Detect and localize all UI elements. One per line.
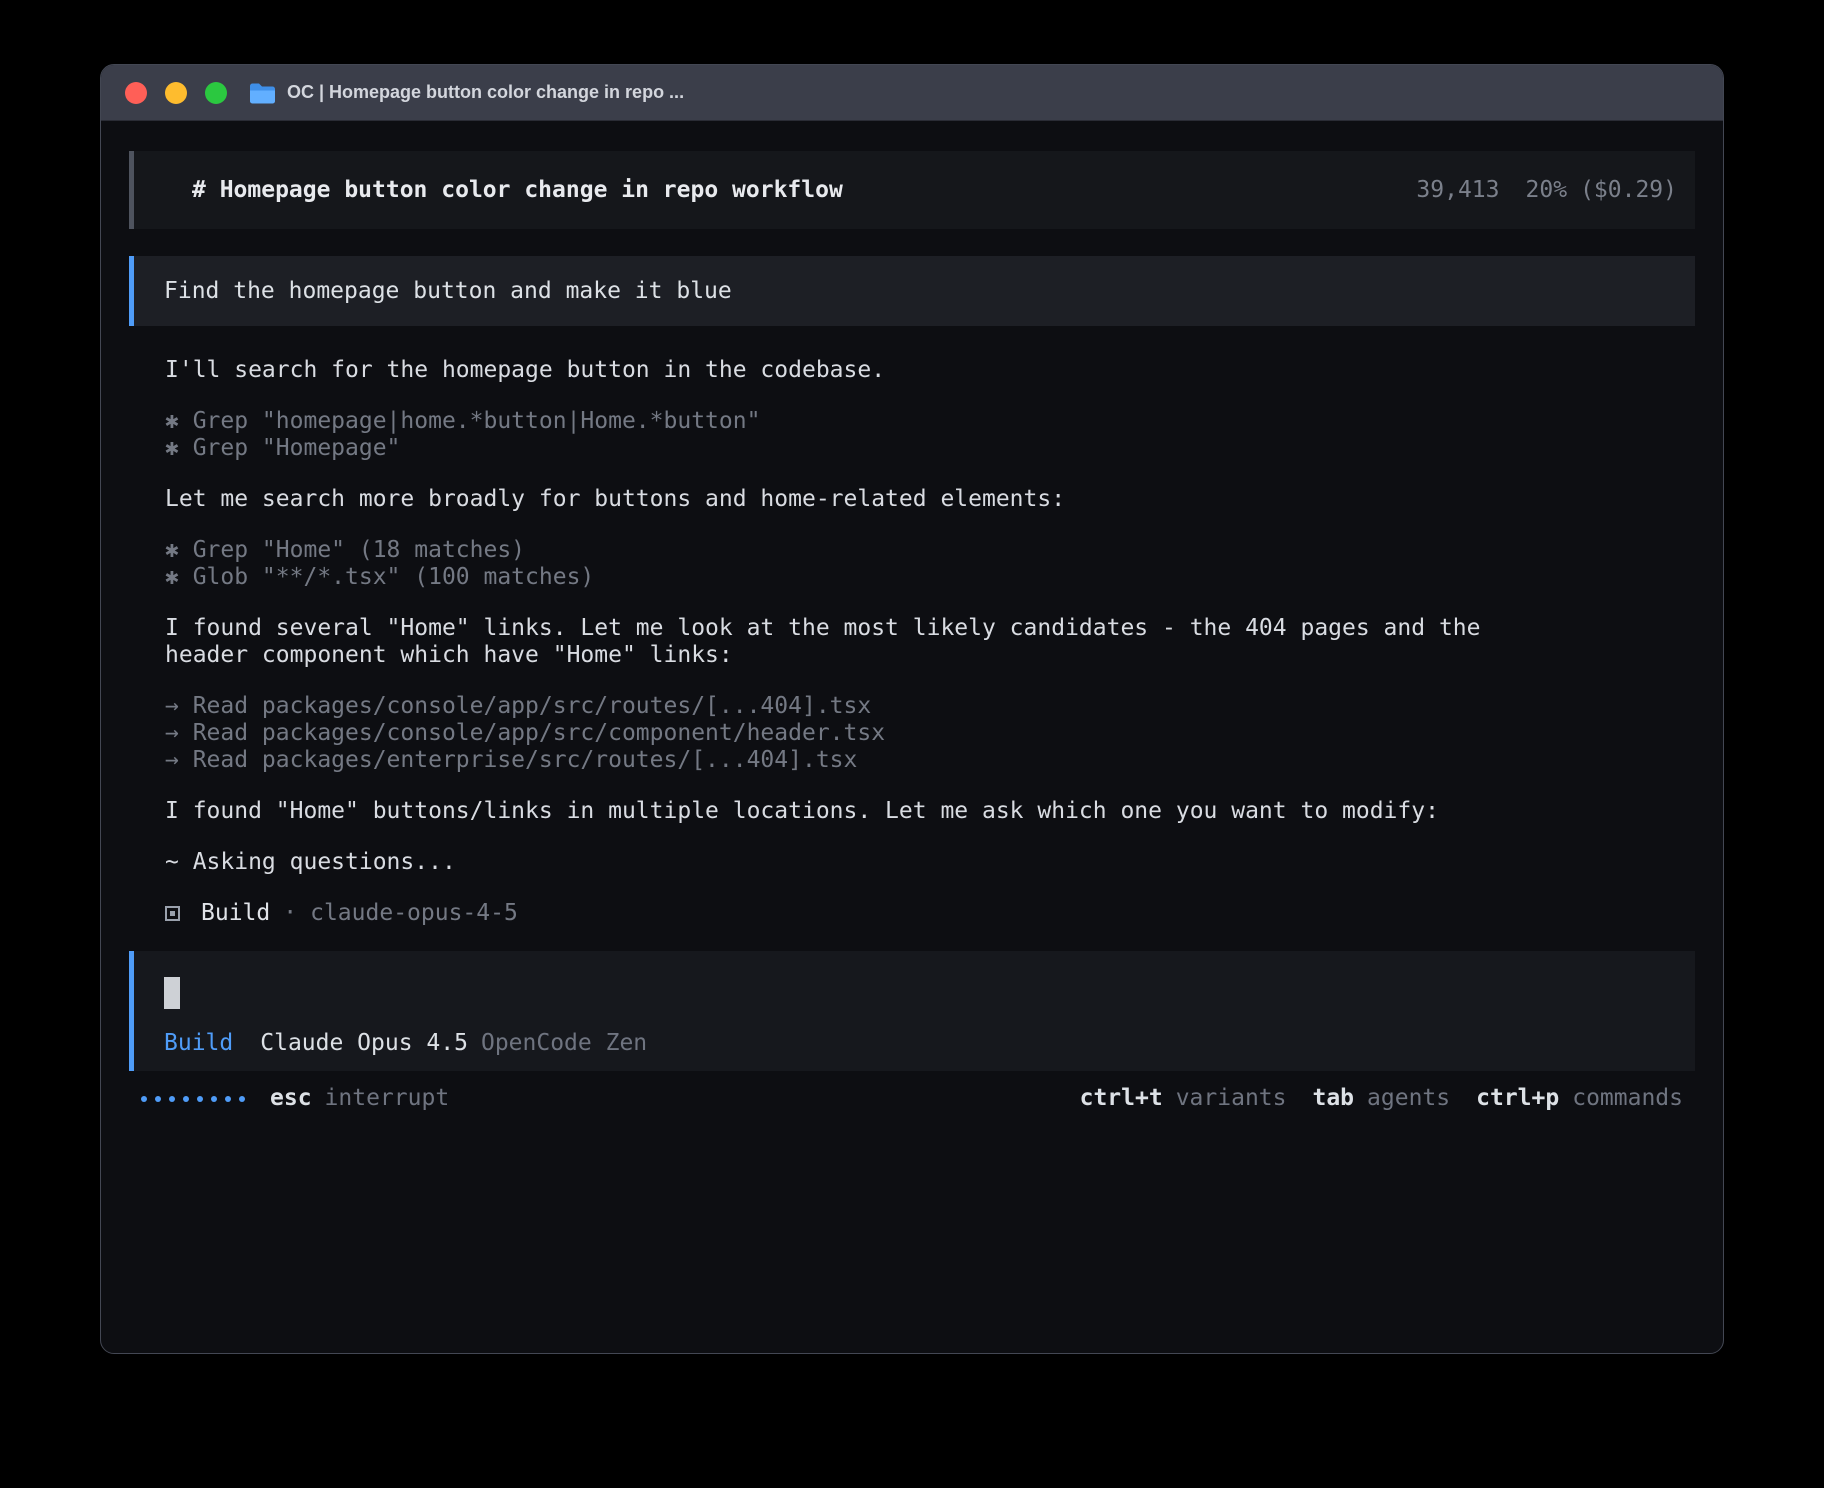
assistant-text: I found several "Home" links. Let me loo…: [165, 615, 1494, 669]
folder-icon: [249, 82, 275, 104]
assistant-text: I'll search for the homepage button in t…: [165, 357, 1494, 384]
session-cost: ($0.29): [1580, 177, 1677, 204]
shortcut-commands: ctrl+p commands: [1476, 1085, 1683, 1112]
shortcut-label: agents: [1367, 1085, 1450, 1112]
assistant-paragraph: Let me search more broadly for buttons a…: [165, 486, 1494, 513]
assistant-paragraph: I found "Home" buttons/links in multiple…: [165, 798, 1494, 825]
input-model-label: Claude Opus 4.5: [260, 1030, 468, 1057]
shortcut-interrupt-key: esc: [270, 1085, 312, 1112]
window-title: OC | Homepage button color change in rep…: [287, 82, 684, 103]
user-message-text: Find the homepage button and make it blu…: [164, 278, 732, 305]
status-line: ~ Asking questions...: [165, 849, 1494, 876]
tool-call-group: ✱ Grep "homepage|home.*button|Home.*butt…: [165, 408, 1494, 462]
tool-call-line: → Read packages/console/app/src/routes/[…: [165, 693, 1494, 720]
token-count: 39,413: [1416, 177, 1499, 204]
transcript: I'll search for the homepage button in t…: [165, 357, 1494, 927]
asking-questions-status: ~ Asking questions...: [165, 849, 1494, 876]
close-button[interactable]: [125, 82, 147, 104]
status-bar-right: ctrl+t variants tab agents ctrl+p comman…: [1080, 1085, 1683, 1112]
terminal-content: # Homepage button color change in repo w…: [101, 121, 1723, 1354]
input-mode-label: Build: [164, 1030, 233, 1057]
assistant-text: I found "Home" buttons/links in multiple…: [165, 798, 1494, 825]
terminal-window: OC | Homepage button color change in rep…: [100, 64, 1724, 1354]
assistant-paragraph: I found several "Home" links. Let me loo…: [165, 615, 1494, 669]
shortcut-key: ctrl+p: [1476, 1085, 1559, 1112]
context-percent: 20%: [1526, 177, 1568, 204]
tool-call-line: ✱ Grep "Home" (18 matches): [165, 537, 1494, 564]
window-titlebar[interactable]: OC | Homepage button color change in rep…: [101, 65, 1723, 121]
assistant-paragraph: I'll search for the homepage button in t…: [165, 357, 1494, 384]
input-provider-label: OpenCode Zen: [481, 1030, 647, 1057]
agent-name: Build: [201, 900, 270, 927]
tool-call-line: ✱ Grep "homepage|home.*button|Home.*butt…: [165, 408, 1494, 435]
shortcut-key: ctrl+t: [1080, 1085, 1163, 1112]
titlebar-title: OC | Homepage button color change in rep…: [249, 82, 684, 104]
tool-call-group: ✱ Grep "Home" (18 matches) ✱ Glob "**/*.…: [165, 537, 1494, 591]
tool-call-line: ✱ Grep "Homepage": [165, 435, 1494, 462]
text-cursor: [164, 977, 180, 1009]
shortcut-interrupt-label: interrupt: [325, 1085, 450, 1112]
prompt-input[interactable]: Build Claude Opus 4.5 OpenCode Zen: [129, 951, 1695, 1071]
agent-model: claude-opus-4-5: [310, 900, 518, 927]
zoom-button[interactable]: [205, 82, 227, 104]
status-bar-left: esc interrupt: [141, 1085, 449, 1112]
tool-call-line: ✱ Glob "**/*.tsx" (100 matches): [165, 564, 1494, 591]
shortcut-label: commands: [1572, 1085, 1683, 1112]
agent-icon: [165, 906, 180, 921]
shortcut-agents: tab agents: [1312, 1085, 1450, 1112]
tool-call-line: → Read packages/console/app/src/componen…: [165, 720, 1494, 747]
input-footer: Build Claude Opus 4.5 OpenCode Zen: [164, 1030, 1665, 1057]
agent-info-row: Build · claude-opus-4-5: [165, 900, 1494, 927]
user-message: Find the homepage button and make it blu…: [129, 256, 1695, 326]
assistant-text: Let me search more broadly for buttons a…: [165, 486, 1494, 513]
traffic-lights: [125, 82, 227, 104]
tool-call-line: → Read packages/enterprise/src/routes/[.…: [165, 747, 1494, 774]
status-bar: esc interrupt ctrl+t variants tab agents…: [129, 1085, 1695, 1112]
shortcut-label: variants: [1176, 1085, 1287, 1112]
session-header: # Homepage button color change in repo w…: [129, 151, 1695, 229]
tool-call-group: → Read packages/console/app/src/routes/[…: [165, 693, 1494, 774]
working-spinner: [141, 1096, 245, 1102]
shortcut-key: tab: [1312, 1085, 1354, 1112]
agent-separator: ·: [283, 900, 297, 927]
minimize-button[interactable]: [165, 82, 187, 104]
shortcut-variants: ctrl+t variants: [1080, 1085, 1287, 1112]
session-stats: 39,413 20% ($0.29): [1416, 177, 1677, 204]
session-title: # Homepage button color change in repo w…: [192, 177, 843, 204]
